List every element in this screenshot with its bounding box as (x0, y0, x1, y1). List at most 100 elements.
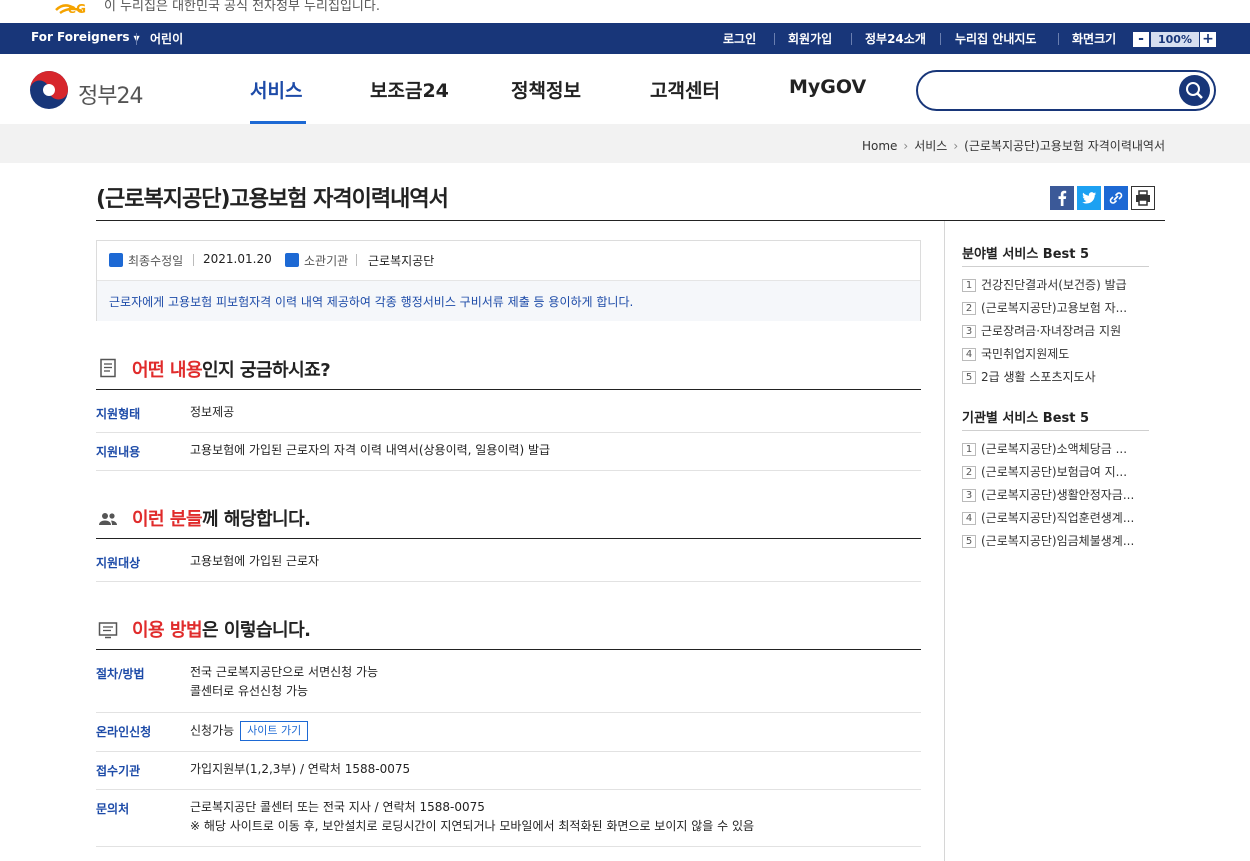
signup-link[interactable]: 회원가입 (788, 30, 832, 47)
monitor-list-icon (98, 622, 118, 639)
zoom-in-button[interactable]: + (1200, 32, 1216, 47)
chevron-right-icon: › (903, 139, 909, 153)
row-divider (96, 581, 921, 582)
agency-best-item[interactable]: 4 (근로복지공단)직업훈련생계... (962, 509, 1134, 526)
page-title: (근로복지공단)고용보험 자격이력내역서 (96, 187, 449, 212)
print-icon[interactable] (1131, 186, 1155, 210)
nav-services[interactable]: 서비스 (250, 76, 302, 103)
section-title-target: 이런 분들께 해당합니다. (132, 505, 311, 531)
breadcrumb-home[interactable]: Home (862, 139, 897, 153)
updated-value: 2021.01.20 (203, 252, 272, 266)
sidebar-rule (962, 430, 1149, 431)
rank-number: 5 (962, 535, 976, 548)
contact-line-1: 근로복지공단 콜센터 또는 전국 지사 / 연락처 1588-0075 (190, 800, 485, 814)
breadcrumb: Home › 서비스 › (근로복지공단)고용보험 자격이력내역서 (862, 137, 1165, 154)
nav-policy-info[interactable]: 정책정보 (511, 76, 581, 103)
search-input[interactable] (916, 70, 1216, 111)
for-foreigners-menu[interactable]: For Foreigners▼ (31, 30, 140, 44)
section-title-rest: 인지 궁금하시죠? (202, 360, 331, 381)
field-best-item[interactable]: 2 (근로복지공단)고용보험 자... (962, 299, 1127, 316)
section-divider (96, 389, 921, 390)
section-title-highlight: 이런 분들 (132, 509, 203, 530)
divider (193, 254, 194, 266)
updated-label: 최종수정일 (128, 254, 184, 268)
row-divider (96, 470, 921, 471)
field-best-label: 근로장려금·자녀장려금 지원 (981, 324, 1122, 338)
nav-customer-center[interactable]: 고객센터 (650, 76, 720, 103)
people-icon (99, 513, 117, 525)
divider (940, 33, 941, 45)
gov-banner-text: 이 누리집은 대한민국 공식 전자정부 누리집입니다. (104, 0, 380, 14)
online-apply-row: 신청가능 사이트 가기 (190, 721, 309, 741)
support-type-label: 지원형태 (96, 407, 141, 421)
field-best-label: 건강진단결과서(보건증) 발급 (981, 278, 1127, 292)
zoom-level: 100% (1151, 32, 1199, 47)
go-to-site-button[interactable]: 사이트 가기 (240, 721, 309, 741)
agency-best-item[interactable]: 3 (근로복지공단)생활안정자금... (962, 486, 1134, 503)
sitemap-link[interactable]: 누리집 안내지도 (955, 30, 1036, 47)
breadcrumb-current: (근로복지공단)고용보험 자격이력내역서 (964, 139, 1165, 153)
nav-mygov[interactable]: MyGOV (789, 76, 866, 98)
divider (356, 254, 357, 266)
section-title-highlight: 어떤 내용 (132, 360, 203, 381)
rank-number: 3 (962, 489, 976, 502)
gov24-logo[interactable]: 정부24 (29, 70, 159, 110)
contact-notice: ※ 해당 사이트로 이동 후, 보안설치로 로딩시간이 지연되거나 모바일에서 … (190, 819, 755, 833)
zoom-out-button[interactable]: - (1133, 32, 1149, 47)
about-link[interactable]: 정부24소개 (865, 30, 926, 47)
search-button[interactable] (1179, 75, 1210, 106)
brand-name: 정부24 (78, 84, 143, 109)
reception-value: 가입지원부(1,2,3부) / 연락처 1588-0075 (190, 762, 411, 776)
row-divider (96, 712, 921, 713)
svg-text:eG: eG (68, 2, 86, 16)
row-divider (96, 846, 921, 847)
section-title-rest: 께 해당합니다. (202, 509, 311, 530)
site-header: 정부24 서비스 보조금24 정책정보 고객센터 MyGOV (0, 54, 1250, 125)
sidebar-divider (944, 221, 945, 861)
field-best-item[interactable]: 1 건강진단결과서(보건증) 발급 (962, 276, 1127, 293)
twitter-share-icon[interactable] (1077, 186, 1101, 210)
search-icon (1186, 82, 1203, 99)
rank-number: 1 (962, 443, 976, 456)
edit-icon (285, 253, 299, 267)
link-copy-icon[interactable] (1104, 186, 1128, 210)
kids-link[interactable]: 어린이 (150, 30, 183, 47)
section-divider (96, 538, 921, 539)
agency-best-label: (근로복지공단)보험급여 지... (981, 465, 1128, 479)
procedure-line-2: 콜센터로 유선신청 가능 (190, 684, 309, 698)
support-content-value: 고용보험에 가입된 근로자의 자격 이력 내역서(상용이력, 일용이력) 발급 (190, 443, 551, 457)
divider (774, 33, 775, 45)
agency-best-item[interactable]: 1 (근로복지공단)소액체당금 ... (962, 440, 1127, 457)
section-title-content: 어떤 내용인지 궁금하시죠? (132, 356, 331, 382)
online-apply-label: 온라인신청 (96, 725, 152, 739)
section-divider (96, 649, 921, 650)
field-best-item[interactable]: 3 근로장려금·자녀장려금 지원 (962, 322, 1121, 339)
section-title-rest: 은 이렇습니다. (202, 620, 311, 641)
agency-best-item[interactable]: 2 (근로복지공단)보험급여 지... (962, 463, 1127, 480)
service-info-box: 최종수정일 2021.01.20 소관기관 근로복지공단 근로자에게 고용보험 … (96, 240, 921, 321)
procedure-line-1: 전국 근로복지공단으로 서면신청 가능 (190, 665, 379, 679)
field-best-item[interactable]: 5 2급 생활 스포츠지도사 (962, 368, 1096, 385)
procedure-label: 절차/방법 (96, 667, 145, 681)
agency-label: 소관기관 (304, 254, 349, 268)
agency-best5-title: 기관별 서비스 Best 5 (962, 411, 1090, 426)
rank-number: 3 (962, 325, 976, 338)
nav-subsidy24[interactable]: 보조금24 (370, 76, 449, 103)
rank-number: 2 (962, 466, 976, 479)
agency-best-label: (근로복지공단)직업훈련생계... (981, 511, 1135, 525)
login-link[interactable]: 로그인 (723, 30, 756, 47)
target-value: 고용보험에 가입된 근로자 (190, 554, 320, 568)
meta-row: 최종수정일 2021.01.20 소관기관 근로복지공단 (97, 241, 920, 280)
facebook-share-icon[interactable] (1050, 186, 1074, 210)
field-best-label: 2급 생활 스포츠지도사 (981, 370, 1096, 384)
taegeuk-icon (30, 71, 68, 109)
field-best-item[interactable]: 4 국민취업지원제도 (962, 345, 1069, 362)
utility-bar: For Foreigners▼ 어린이 로그인 회원가입 정부24소개 누리집 … (0, 23, 1250, 54)
contact-label: 문의처 (96, 802, 130, 816)
rank-number: 4 (962, 348, 976, 361)
breadcrumb-services[interactable]: 서비스 (914, 139, 947, 153)
field-best5-title: 분야별 서비스 Best 5 (962, 247, 1090, 262)
screen-size-label: 화면크기 (1072, 32, 1117, 46)
rank-number: 2 (962, 302, 976, 315)
agency-best-item[interactable]: 5 (근로복지공단)임금체불생계... (962, 532, 1134, 549)
